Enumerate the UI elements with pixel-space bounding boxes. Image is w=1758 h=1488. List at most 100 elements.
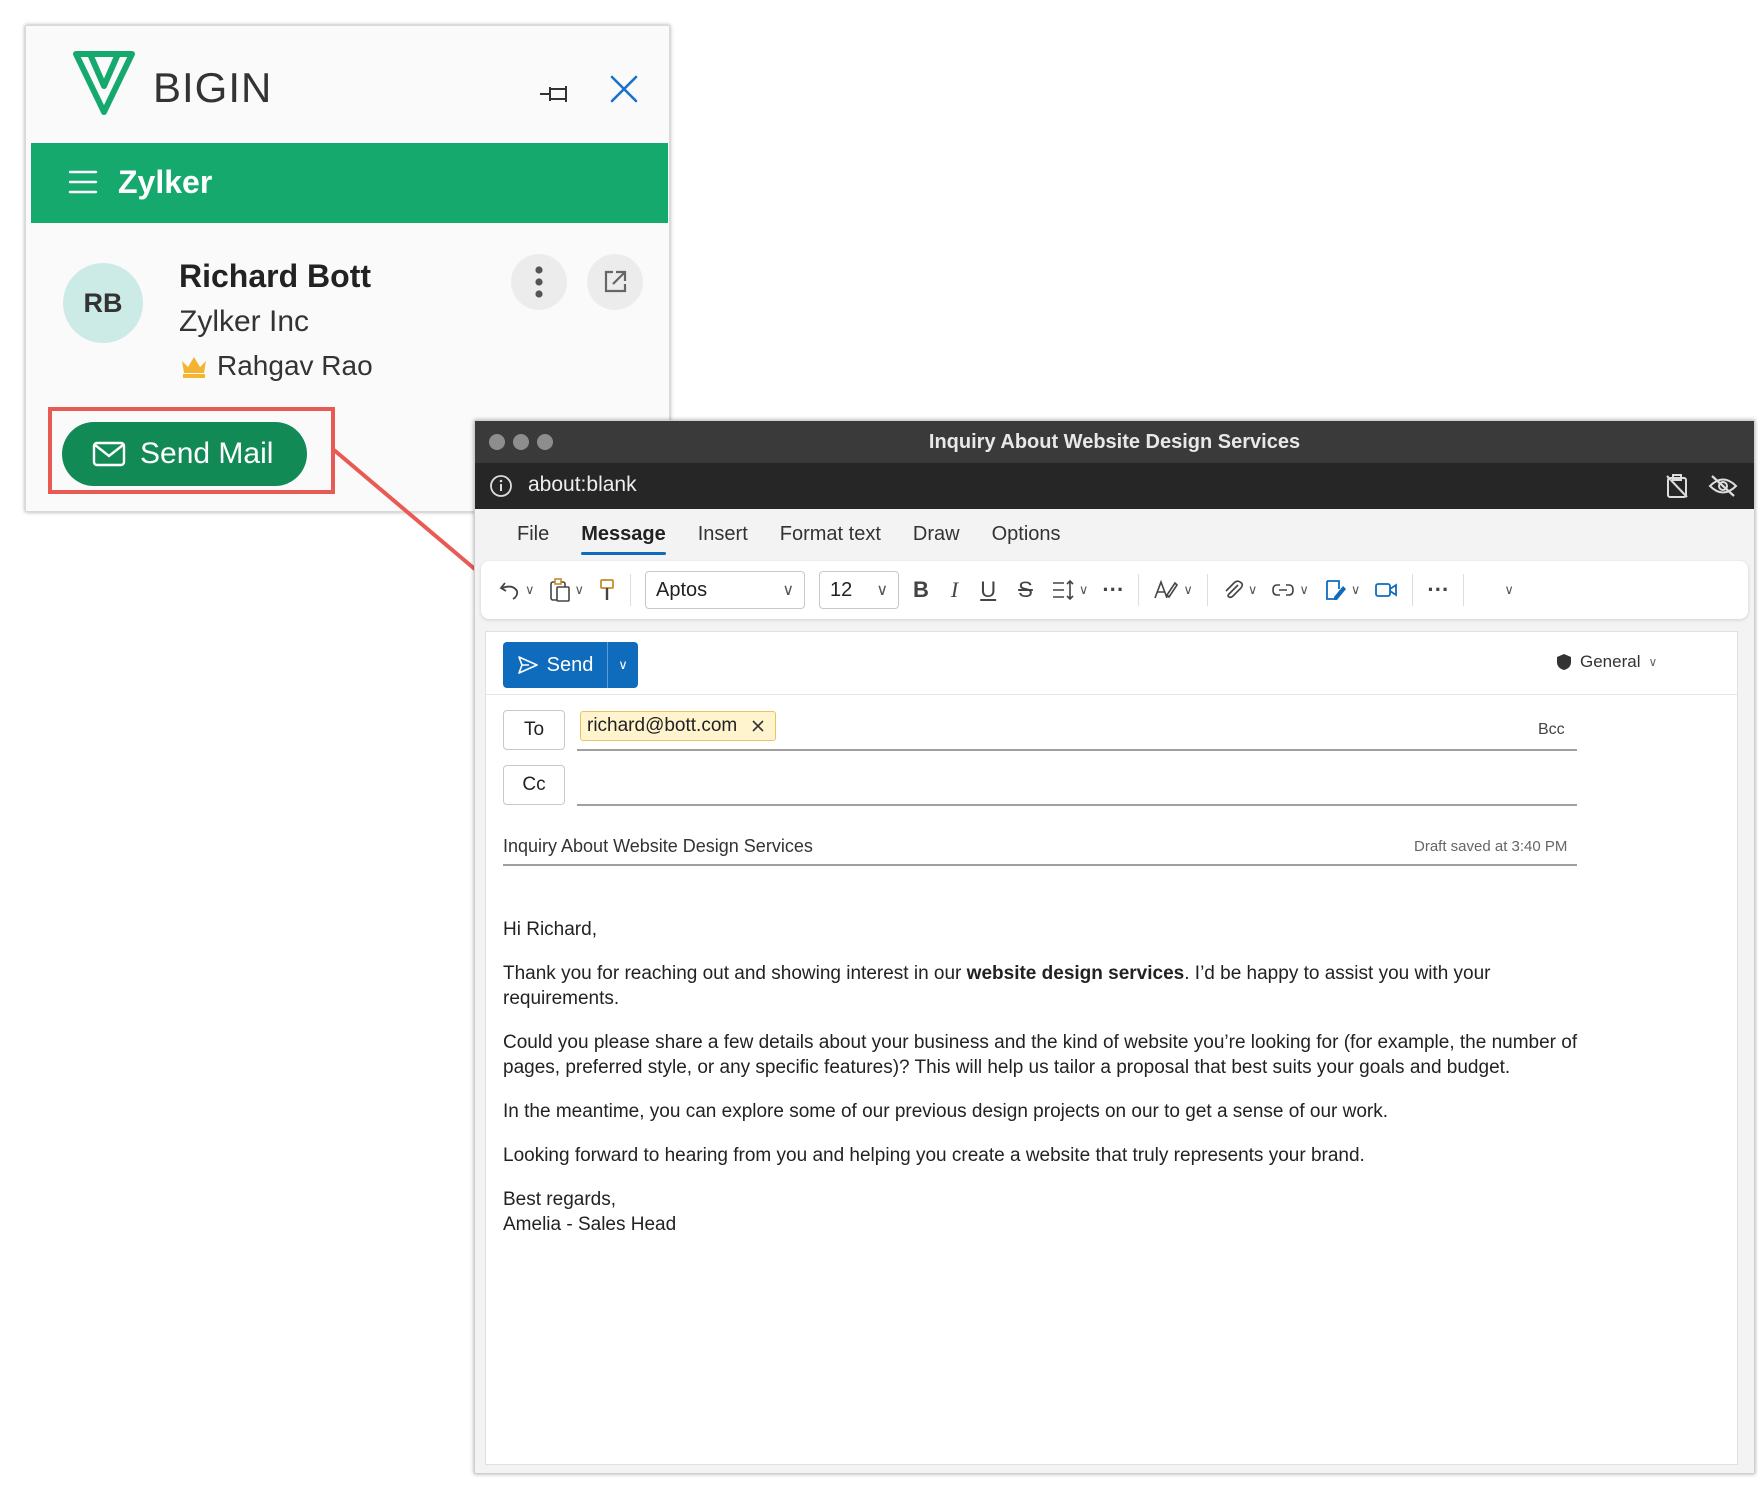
link-button[interactable]: ∨ xyxy=(1271,582,1309,598)
format-painter-button[interactable] xyxy=(598,578,616,602)
editor-button[interactable]: ∨ xyxy=(1153,579,1193,601)
bold-button[interactable]: B xyxy=(913,577,929,603)
message-body[interactable]: Hi Richard, Thank you for reaching out a… xyxy=(503,917,1583,1237)
external-link-icon xyxy=(604,270,627,293)
toolbar-divider xyxy=(1206,574,1208,606)
send-icon xyxy=(517,656,538,674)
send-label: Send xyxy=(546,653,594,676)
line-spacing-icon xyxy=(1052,579,1074,601)
underline-button[interactable]: U xyxy=(980,577,996,603)
recipient-chip[interactable]: richard@bott.com xyxy=(580,711,777,741)
tab-options[interactable]: Options xyxy=(976,517,1077,551)
window-minimize-control[interactable] xyxy=(513,434,529,450)
pin-icon[interactable] xyxy=(538,81,574,107)
window-zoom-control[interactable] xyxy=(537,434,553,450)
send-button-group: Send ∨ xyxy=(503,642,638,688)
header-divider xyxy=(486,694,1737,695)
sensitivity-label: General xyxy=(1580,652,1641,671)
signature-button[interactable]: ∨ xyxy=(1323,578,1361,602)
font-name-select[interactable]: Aptos ∨ xyxy=(645,571,806,609)
org-name: Zylker xyxy=(118,164,213,200)
editor-pen-icon xyxy=(1154,579,1179,599)
body-signature: Amelia - Sales Head xyxy=(503,1214,677,1235)
send-options-dropdown[interactable]: ∨ xyxy=(608,642,638,688)
toolbar-divider xyxy=(630,574,632,606)
remove-recipient-icon[interactable] xyxy=(751,719,765,733)
chevron-down-icon[interactable]: ∨ xyxy=(1299,582,1309,598)
subject-field[interactable]: Inquiry About Website Design Services xyxy=(503,836,813,857)
link-icon xyxy=(1272,584,1295,596)
compose-pane: Send ∨ General ∨ To richard@bott.com Bcc… xyxy=(485,631,1738,1465)
contact-company: Zylker Inc xyxy=(179,305,310,338)
url-text[interactable]: about:blank xyxy=(528,473,637,497)
toolbar-divider xyxy=(1463,574,1465,606)
paste-button[interactable]: ∨ xyxy=(549,578,585,602)
to-button[interactable]: To xyxy=(503,710,565,750)
sensitivity-dropdown[interactable]: General ∨ xyxy=(1556,652,1657,672)
more-commands-button[interactable]: ··· xyxy=(1427,577,1449,603)
tab-message[interactable]: Message xyxy=(565,517,682,555)
meeting-button[interactable] xyxy=(1374,581,1398,599)
kebab-icon xyxy=(535,266,543,298)
italic-button[interactable]: I xyxy=(951,577,958,603)
toolbar-divider xyxy=(1138,574,1140,606)
chevron-down-icon[interactable]: ∨ xyxy=(1079,582,1089,598)
tab-file[interactable]: File xyxy=(501,517,565,551)
address-bar xyxy=(475,463,1754,509)
strikethrough-button[interactable]: S xyxy=(1018,577,1033,603)
body-signoff: Best regards, xyxy=(503,1189,616,1210)
chevron-down-icon[interactable]: ∨ xyxy=(1183,582,1193,598)
draft-status: Draft saved at 3:40 PM xyxy=(1414,838,1568,855)
line-spacing-button[interactable]: ∨ xyxy=(1051,579,1089,601)
contact-owner: Rahgav Rao xyxy=(217,350,373,381)
chevron-down-icon: ∨ xyxy=(1648,655,1658,669)
tab-format-text[interactable]: Format text xyxy=(764,517,897,551)
font-size-value: 12 xyxy=(830,578,853,601)
eye-off-icon[interactable] xyxy=(1708,473,1738,499)
clipboard-off-icon[interactable] xyxy=(1664,473,1690,499)
video-call-icon xyxy=(1375,583,1398,597)
window-close-control[interactable] xyxy=(489,434,505,450)
chevron-down-icon[interactable]: ∨ xyxy=(1248,582,1258,598)
send-button[interactable]: Send xyxy=(503,642,608,688)
undo-button[interactable]: ∨ xyxy=(499,579,535,601)
cc-field[interactable] xyxy=(577,804,1577,806)
tab-draw[interactable]: Draw xyxy=(897,517,976,551)
attach-button[interactable]: ∨ xyxy=(1222,579,1258,601)
paintbrush-icon xyxy=(600,579,614,600)
cc-button[interactable]: Cc xyxy=(503,765,565,805)
tab-insert[interactable]: Insert xyxy=(682,517,764,551)
bcc-link[interactable]: Bcc xyxy=(1538,721,1565,739)
body-bold-text: website design services xyxy=(966,963,1185,984)
undo-icon xyxy=(499,582,519,600)
chevron-down-icon: ∨ xyxy=(618,657,628,672)
body-paragraph-3: In the meantime, you can explore some of… xyxy=(503,1101,1389,1122)
chevron-down-icon[interactable]: ∨ xyxy=(1351,582,1361,598)
chevron-down-icon: ∨ xyxy=(1504,582,1514,597)
body-paragraph-4: Looking forward to hearing from you and … xyxy=(503,1145,1365,1166)
more-formatting-button[interactable]: ··· xyxy=(1102,577,1124,603)
hamburger-menu-icon[interactable] xyxy=(68,169,98,195)
to-field[interactable] xyxy=(577,749,1577,751)
recipient-email: richard@bott.com xyxy=(587,715,738,736)
contact-name: Richard Bott xyxy=(179,258,371,294)
body-paragraph-2: Could you please share a few details abo… xyxy=(503,1032,1578,1078)
window-titlebar: Inquiry About Website Design Services xyxy=(475,421,1754,463)
body-text: Thank you for reaching out and showing i… xyxy=(503,963,967,984)
more-options-button[interactable] xyxy=(511,254,567,310)
chevron-down-icon: ∨ xyxy=(876,582,889,599)
font-name-value: Aptos xyxy=(656,578,708,601)
body-greeting: Hi Richard, xyxy=(503,919,597,940)
avatar: RB xyxy=(63,263,143,343)
open-external-button[interactable] xyxy=(587,254,643,310)
ribbon-toolbar: ∨ ∨ Aptos ∨ 12 ∨ B I U S ∨ ··· ∨ ∨ ∨ ∨ ·… xyxy=(481,561,1748,619)
chevron-down-icon[interactable]: ∨ xyxy=(525,582,535,598)
chevron-down-icon[interactable]: ∨ xyxy=(575,582,585,598)
clipboard-icon xyxy=(549,578,570,602)
bigin-brand: BIGIN xyxy=(153,64,273,111)
chevron-down-icon: ∨ xyxy=(782,582,795,599)
info-icon[interactable] xyxy=(489,474,513,498)
close-icon[interactable] xyxy=(606,71,642,107)
font-size-select[interactable]: 12 ∨ xyxy=(819,571,900,609)
expand-ribbon-button[interactable]: ∨ xyxy=(1504,582,1514,598)
